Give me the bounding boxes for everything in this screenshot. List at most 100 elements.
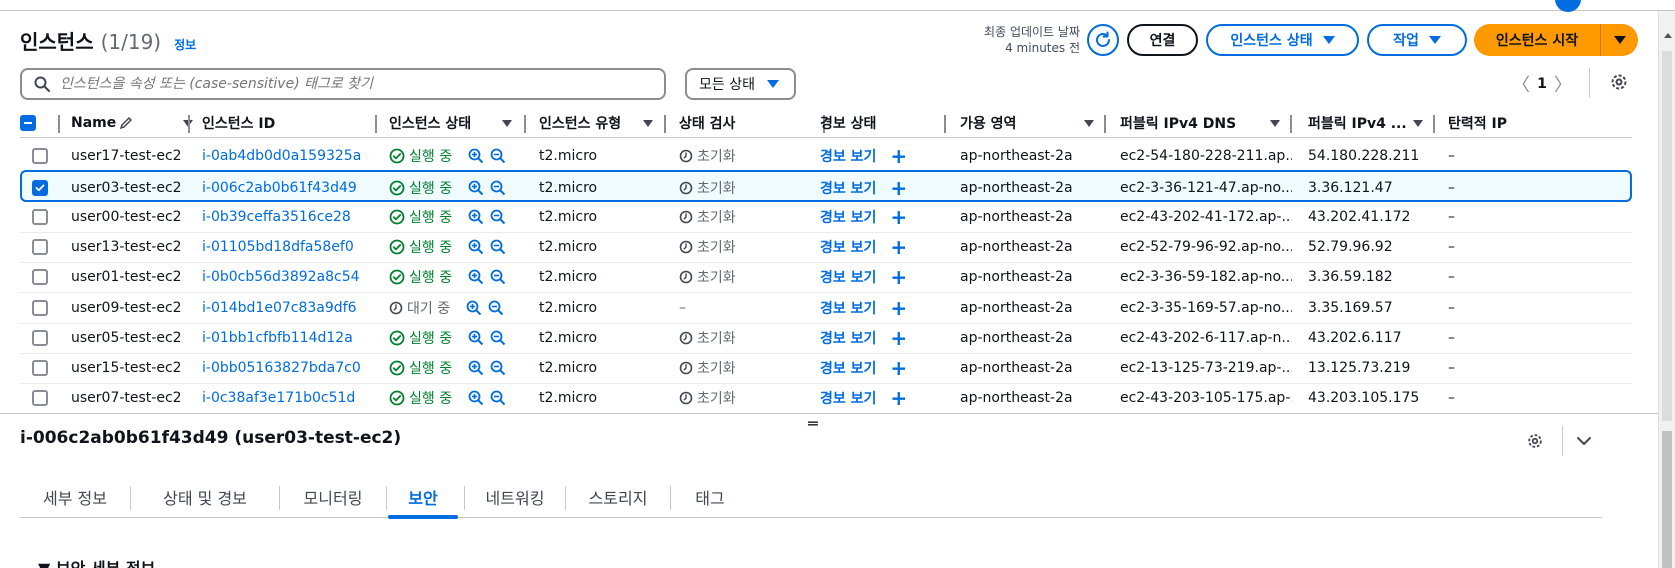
scroll-up-icon[interactable] [1664,33,1672,38]
view-alarms-link[interactable]: 경보 보기 [820,237,876,257]
refresh-button[interactable] [1087,24,1119,56]
tab-tags[interactable]: 태그 [671,478,749,516]
add-alarm-icon[interactable]: + [890,326,907,350]
security-details-heading[interactable]: ▼ 보안 세부 정보 [38,555,155,568]
column-name[interactable]: Name [71,108,193,138]
search-field[interactable] [20,68,666,100]
column-public-ipv4[interactable]: 퍼블릭 IPv4 ... [1308,108,1435,138]
instance-state-button[interactable]: 인스턴스 상태 [1206,24,1359,56]
tab-security[interactable]: 보안 [388,478,458,519]
zoom-out-icon[interactable] [488,300,504,316]
column-elastic-ip[interactable]: 탄력적 IP [1448,108,1598,138]
zoom-in-icon[interactable] [466,300,482,316]
zoom-in-icon[interactable] [468,180,484,196]
table-row[interactable]: user00-test-ec2 i-0b39ceffa3516ce28 실행 중 t2… [20,201,1632,233]
row-checkbox[interactable] [32,238,48,255]
add-alarm-icon[interactable]: + [890,176,907,200]
instance-id-link[interactable]: i-014bd1e07c83a9df6 [202,292,382,324]
add-alarm-icon[interactable]: + [890,235,907,259]
view-alarms-link[interactable]: 경보 보기 [820,267,876,287]
instance-id-link[interactable]: i-0c38af3e171b0c51d [202,382,382,413]
view-alarms-link[interactable]: 경보 보기 [820,207,876,227]
zoom-out-icon[interactable] [490,239,506,255]
zoom-in-icon[interactable] [468,209,484,225]
table-row[interactable]: user07-test-ec2 i-0c38af3e171b0c51d 실행 중 t2… [20,382,1632,413]
connect-button[interactable]: 연결 [1127,24,1198,56]
resize-handle-icon[interactable]: ═ [808,414,818,433]
instance-id-link[interactable]: i-006c2ab0b61f43d49 [202,172,382,204]
zoom-out-icon[interactable] [490,330,506,346]
row-checkbox[interactable] [32,390,48,407]
page-scrollbar[interactable] [1658,11,1675,568]
view-alarms-link[interactable]: 경보 보기 [820,146,876,166]
view-alarms-link[interactable]: 경보 보기 [820,388,876,408]
zoom-out-icon[interactable] [490,390,506,406]
table-settings-icon[interactable] [1609,72,1629,92]
column-instance-id[interactable]: 인스턴스 ID [202,108,377,138]
chevron-down-icon[interactable] [1576,433,1592,449]
next-page-icon[interactable]: 〉 [1554,71,1572,97]
instance-id-link[interactable]: i-0b39ceffa3516ce28 [202,201,382,233]
select-all-checkbox[interactable] [20,115,36,131]
sort-icon[interactable] [643,119,653,127]
column-instance-state[interactable]: 인스턴스 상태 [389,108,526,138]
view-alarms-link[interactable]: 경보 보기 [820,358,876,378]
zoom-out-icon[interactable] [490,269,506,285]
panel-settings-icon[interactable] [1526,432,1544,450]
tab-networking[interactable]: 네트워킹 [465,478,565,516]
zoom-in-icon[interactable] [468,330,484,346]
zoom-out-icon[interactable] [490,360,506,376]
column-availability-zone[interactable]: 가용 영역 [960,108,1106,138]
zoom-out-icon[interactable] [490,148,506,164]
column-alarm-status[interactable]: 경보 상태 [820,108,946,138]
add-alarm-icon[interactable]: + [890,386,907,410]
zoom-in-icon[interactable] [468,269,484,285]
search-input[interactable] [60,76,640,92]
state-filter-select[interactable]: 모든 상태 [685,68,796,100]
zoom-in-icon[interactable] [468,360,484,376]
table-row[interactable]: user17-test-ec2 i-0ab4db0d0a159325a 실행 중 t2… [20,140,1632,172]
sort-icon[interactable] [1084,119,1094,127]
sort-icon[interactable] [502,119,512,127]
column-status-check[interactable]: 상태 검사 [679,108,825,138]
add-alarm-icon[interactable]: + [890,144,907,168]
zoom-out-icon[interactable] [490,209,506,225]
sort-icon[interactable] [1270,119,1280,127]
table-row[interactable]: user03-test-ec2 i-006c2ab0b61f43d49 실행 중 t2… [20,170,1632,204]
row-checkbox[interactable] [32,208,48,225]
table-row[interactable]: user01-test-ec2 i-0b0cb56d3892a8c54 실행 중 t2… [20,261,1632,294]
row-checkbox[interactable] [32,299,48,316]
zoom-in-icon[interactable] [468,390,484,406]
add-alarm-icon[interactable]: + [890,205,907,229]
instance-id-link[interactable]: i-0bb05163827bda7c0 [202,352,382,384]
table-row[interactable]: user13-test-ec2 i-01105bd18dfa58ef0 실행 중 t2… [20,231,1632,263]
view-alarms-link[interactable]: 경보 보기 [820,178,876,198]
tab-storage[interactable]: 스토리지 [566,478,670,516]
launch-instances-button[interactable]: 인스턴스 시작 [1474,24,1601,56]
table-row[interactable]: user09-test-ec2 i-014bd1e07c83a9df6 대기 중 t2… [20,292,1632,324]
instance-id-link[interactable]: i-01105bd18dfa58ef0 [202,231,382,263]
row-checkbox[interactable] [32,329,48,346]
table-row[interactable]: user05-test-ec2 i-01bb1cfbfb114d12a 실행 중 t2… [20,322,1632,354]
tab-details[interactable]: 세부 정보 [20,478,130,516]
column-public-dns[interactable]: 퍼블릭 IPv4 DNS [1120,108,1292,138]
row-checkbox[interactable] [32,269,48,286]
table-row[interactable]: user15-test-ec2 i-0bb05163827bda7c0 실행 중 t2… [20,352,1632,385]
launch-dropdown-button[interactable] [1601,24,1638,56]
row-checkbox[interactable] [32,360,48,377]
info-link[interactable]: 정보 [174,38,196,52]
row-checkbox[interactable] [32,148,48,164]
add-alarm-icon[interactable]: + [890,356,907,380]
view-alarms-link[interactable]: 경보 보기 [820,298,876,318]
actions-button[interactable]: 작업 [1367,24,1467,56]
row-checkbox[interactable] [32,180,48,197]
zoom-in-icon[interactable] [468,239,484,255]
add-alarm-icon[interactable]: + [890,296,907,320]
instance-id-link[interactable]: i-0b0cb56d3892a8c54 [202,261,382,293]
sort-icon[interactable] [1413,119,1423,127]
instance-id-link[interactable]: i-0ab4db0d0a159325a [202,140,382,172]
zoom-in-icon[interactable] [468,148,484,164]
view-alarms-link[interactable]: 경보 보기 [820,328,876,348]
tab-status-alarms[interactable]: 상태 및 경보 [131,478,279,516]
column-instance-type[interactable]: 인스턴스 유형 [539,108,666,138]
